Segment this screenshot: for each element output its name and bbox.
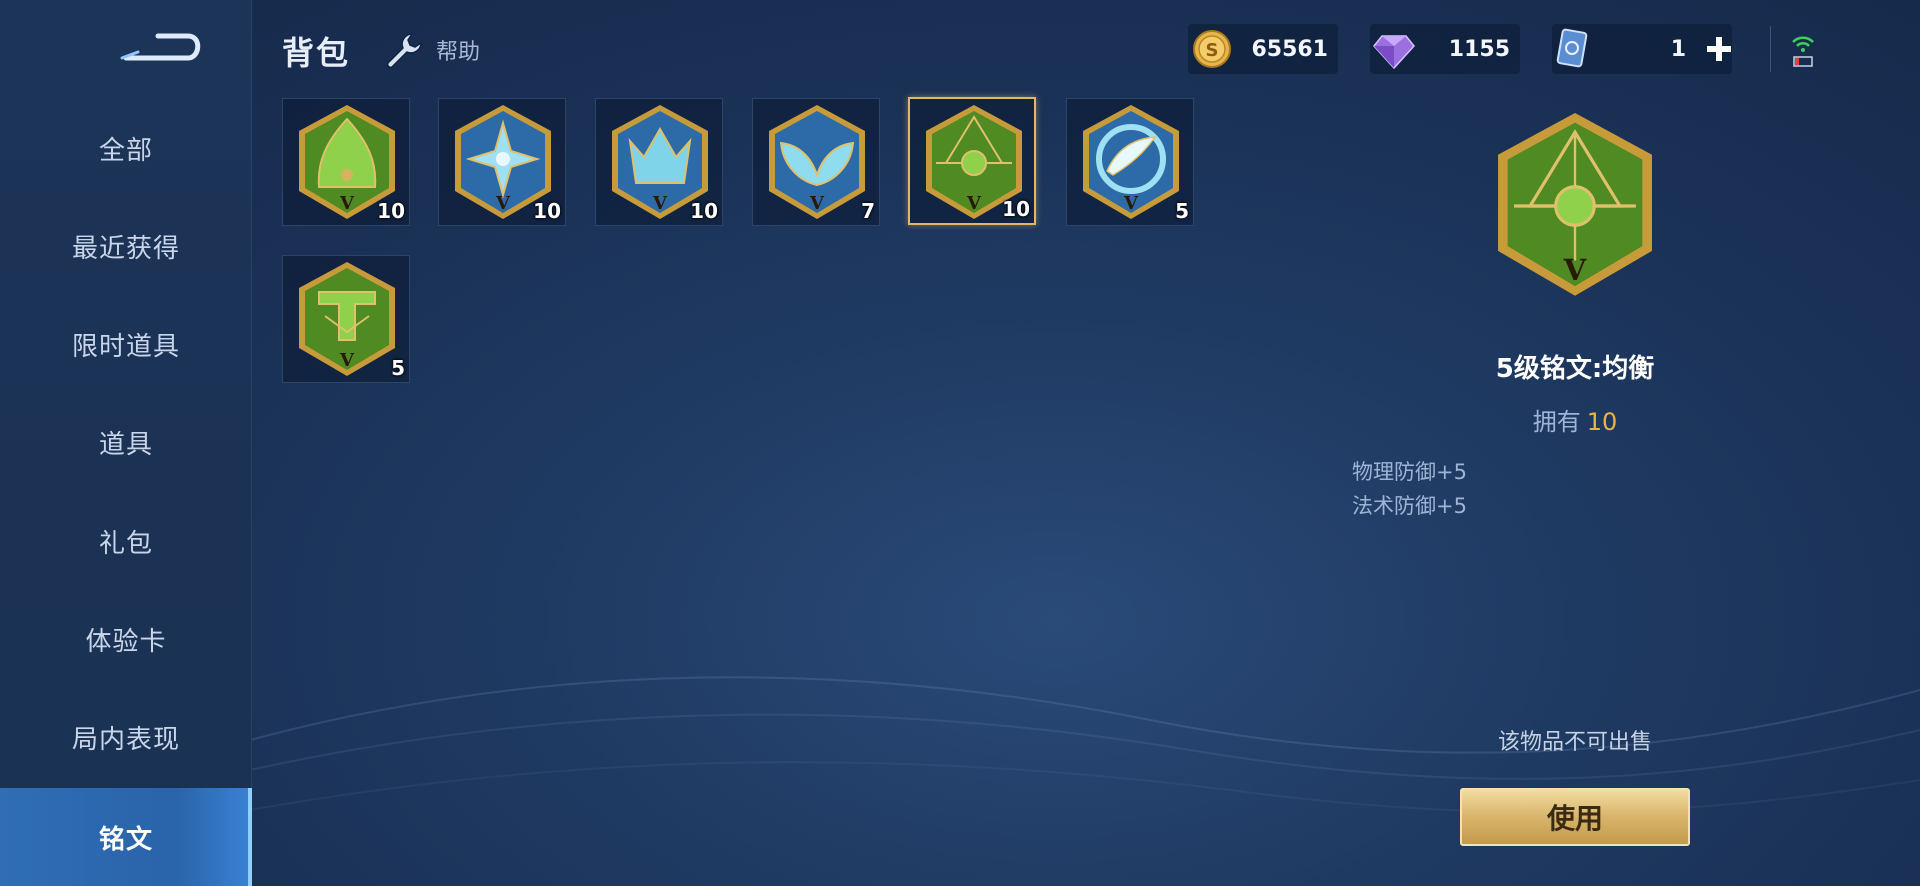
inventory-slot-selected[interactable]: V 10: [908, 97, 1036, 225]
item-count: 5: [391, 356, 405, 380]
svg-text:V: V: [339, 350, 355, 371]
owned-number: 10: [1586, 408, 1618, 436]
help-button[interactable]: 帮助: [382, 28, 480, 72]
sidebar-item-recent[interactable]: 最近获得: [0, 211, 252, 281]
svg-text:S: S: [1206, 40, 1219, 61]
item-count: 10: [377, 199, 405, 223]
inscription-green-gate-icon: V: [299, 262, 395, 376]
help-label: 帮助: [436, 40, 481, 65]
gold-amount: 65561: [1251, 36, 1328, 62]
item-count: 7: [861, 199, 875, 223]
sidebar: 全部 最近获得 限时道具 道具 礼包 体验卡 局内表现 铭文: [0, 0, 252, 886]
owned-count: 拥有 10: [1400, 402, 1750, 437]
gold-currency: S 65561: [1188, 24, 1338, 74]
inventory-slot[interactable]: V 10: [438, 98, 566, 226]
item-count: 10: [690, 199, 718, 223]
wrench-icon: [386, 33, 422, 69]
diamond-amount: 1155: [1448, 36, 1510, 62]
add-card-button[interactable]: [1704, 34, 1734, 64]
gold-coin-icon: S: [1193, 30, 1231, 68]
inventory-slot[interactable]: V 7: [752, 98, 880, 226]
sidebar-item-trial-cards[interactable]: 体验卡: [0, 604, 252, 674]
sidebar-item-items[interactable]: 道具: [0, 407, 252, 477]
card-currency: 1: [1552, 24, 1732, 74]
item-count: 10: [533, 199, 561, 223]
inventory-slot[interactable]: V 10: [595, 98, 723, 226]
sidebar-item-in-game[interactable]: 局内表现: [0, 702, 252, 772]
attribute-line: 物理防御+5: [1352, 460, 1467, 484]
diamond-icon: [1373, 35, 1415, 70]
item-count: 5: [1175, 199, 1189, 223]
item-count: 10: [1002, 197, 1030, 221]
sidebar-item-gift-packs[interactable]: 礼包: [0, 506, 252, 576]
card-amount: 1: [1670, 36, 1686, 62]
svg-text:V: V: [1563, 253, 1587, 287]
back-arrow-icon[interactable]: [118, 22, 206, 70]
inventory-slot[interactable]: V 10: [282, 98, 410, 226]
not-sellable-note: 该物品不可出售: [1497, 730, 1652, 755]
svg-text:V: V: [966, 193, 982, 214]
svg-text:V: V: [1123, 193, 1139, 214]
inscription-blue-wing-icon: V: [769, 105, 865, 219]
inscription-name: 5级铭文:均衡: [1495, 354, 1655, 384]
svg-text:V: V: [495, 193, 511, 214]
wifi-battery-icon: [1792, 36, 1814, 67]
sidebar-item-inscriptions[interactable]: 铭文: [0, 788, 252, 886]
svg-text:V: V: [809, 193, 825, 214]
sidebar-item-all[interactable]: 全部: [0, 113, 252, 183]
attribute-line: 法术防御+5: [1352, 494, 1467, 518]
inventory-slot[interactable]: V 5: [282, 255, 410, 383]
sidebar-item-limited[interactable]: 限时道具: [0, 309, 252, 379]
card-icon: [1556, 28, 1588, 68]
owned-label: 拥有: [1532, 408, 1581, 436]
inventory-slot[interactable]: V 5: [1066, 98, 1194, 226]
header-divider: [1770, 26, 1771, 72]
selected-inscription-large-icon: V: [1498, 113, 1652, 296]
svg-text:V: V: [339, 193, 355, 214]
inscription-blue-ring-icon: V: [1083, 105, 1179, 219]
use-button[interactable]: 使用: [1460, 788, 1690, 846]
svg-text:V: V: [652, 193, 668, 214]
diamond-currency: 1155: [1370, 24, 1520, 74]
page-title: 背包: [282, 34, 351, 72]
